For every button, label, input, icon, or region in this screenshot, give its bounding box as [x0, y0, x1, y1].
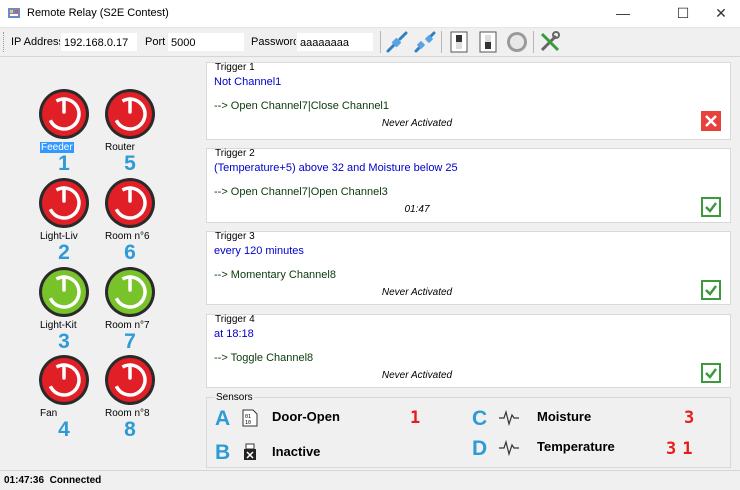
trigger-action[interactable]: --> Open Channel7|Close Channel1 [214, 100, 389, 112]
close-button[interactable]: ✕ [698, 0, 740, 27]
toolbar-separator [441, 31, 442, 53]
sensor-a-letter: A [215, 407, 231, 430]
usb-disconnected-icon [244, 443, 256, 460]
connect-plug-icon[interactable] [385, 30, 409, 54]
trigger-4-group: Trigger 4 at 18:18 --> Toggle Channel8 Neve… [206, 314, 731, 388]
status-bar: 01:47:36 Connected [0, 470, 740, 490]
trigger-status: Never Activated [381, 287, 453, 298]
channel-4-power-button[interactable] [38, 354, 90, 406]
window-title: Remote Relay (S2E Contest) [27, 7, 169, 19]
trigger-1-group: Trigger 1 Not Channel1 --> Open Channel7|C… [206, 62, 731, 140]
trigger-status: Never Activated [381, 370, 453, 381]
sensors-group: Sensors A 01 10 Door-Open 1 B Inactive C … [206, 392, 731, 468]
password-label: Password [251, 36, 300, 48]
channel-1-power-button[interactable] [38, 88, 90, 140]
channel-6-number: 6 [124, 241, 136, 264]
title-bar: Remote Relay (S2E Contest) — ☐ ✕ [0, 0, 740, 28]
trigger-action[interactable]: --> Open Channel7|Open Channel3 [214, 186, 388, 198]
toolbar-separator [380, 31, 381, 53]
app-icon [8, 8, 20, 18]
connection-toolbar: IP Address 192.168.0.17 Port 5000 Passwo… [0, 28, 740, 57]
svg-text:10: 10 [245, 420, 251, 426]
trigger-title: Trigger 4 [215, 314, 255, 325]
sensor-a-value: 1 [410, 408, 427, 428]
port-input[interactable]: 5000 [167, 32, 245, 52]
sensor-c-value: 3 [684, 408, 701, 428]
channel-2-number: 2 [58, 241, 70, 264]
sensor-b-letter: B [215, 441, 231, 464]
trigger-enabled-check-icon[interactable] [701, 197, 721, 217]
record-icon[interactable] [505, 30, 529, 54]
toolbar-separator [533, 31, 534, 53]
trigger-condition[interactable]: every 120 minutes [214, 245, 304, 257]
digital-sensor-icon: 0110 [242, 409, 258, 427]
port-label: Port [145, 36, 166, 48]
sensor-d-letter: D [472, 437, 488, 460]
trigger-disabled-x-icon[interactable] [701, 111, 721, 131]
switch-off-icon[interactable] [447, 30, 471, 54]
sensor-d-value: 31 [666, 439, 699, 459]
trigger-enabled-check-icon[interactable] [701, 280, 721, 300]
sensor-b-name: Inactive [272, 444, 321, 459]
trigger-enabled-check-icon[interactable] [701, 363, 721, 383]
status-text: 01:47:36 Connected [4, 475, 101, 486]
trigger-status: Never Activated [381, 118, 453, 129]
trigger-action[interactable]: --> Toggle Channel8 [214, 352, 313, 364]
analog-wave-icon [499, 409, 519, 427]
channel-4-number: 4 [58, 418, 70, 441]
trigger-title: Trigger 3 [215, 231, 255, 242]
switch-on-icon[interactable] [476, 30, 500, 54]
channel-3-number: 3 [58, 330, 70, 353]
trigger-2-group: Trigger 2 (Temperature+5) above 32 and Mo… [206, 148, 731, 223]
sensor-c-name: Moisture [537, 409, 592, 424]
trigger-action[interactable]: --> Momentary Channel8 [214, 269, 336, 281]
sensor-d-name: Temperature [537, 439, 615, 454]
channel-3-power-button[interactable] [38, 266, 90, 318]
sensors-title: Sensors [215, 392, 254, 403]
channel-5-power-button[interactable] [104, 88, 156, 140]
channel-7-power-button[interactable] [104, 266, 156, 318]
trigger-status: 01:47 [404, 204, 430, 215]
trigger-3-group: Trigger 3 every 120 minutes --> Momentary … [206, 231, 731, 305]
sensor-a-name: Door-Open [272, 409, 340, 424]
trigger-title: Trigger 1 [215, 62, 255, 73]
channel-7-number: 7 [124, 330, 136, 353]
tools-icon[interactable] [538, 30, 562, 54]
status-time: 01:47:36 [4, 475, 45, 486]
trigger-condition[interactable]: (Temperature+5) above 32 and Moisture be… [214, 162, 458, 174]
toolbar-grip [3, 32, 6, 52]
channel-8-number: 8 [124, 418, 136, 441]
channel-panel: Feeder 1 Router 5 Light-Liv 2 Room n°6 6 Light-K… [0, 57, 200, 470]
minimize-button[interactable]: — [600, 0, 646, 27]
disconnect-plug-icon[interactable] [413, 30, 437, 54]
trigger-condition[interactable]: at 18:18 [214, 328, 254, 340]
password-input[interactable]: aaaaaaaa [296, 32, 374, 52]
ip-address-input[interactable]: 192.168.0.17 [60, 32, 138, 52]
ip-label: IP Address [11, 36, 64, 48]
channel-8-power-button[interactable] [104, 354, 156, 406]
trigger-condition[interactable]: Not Channel1 [214, 76, 281, 88]
status-connection: Connected [49, 475, 102, 486]
analog-wave-icon [499, 439, 519, 457]
channel-1-number: 1 [58, 152, 70, 175]
trigger-title: Trigger 2 [215, 148, 255, 159]
channel-6-power-button[interactable] [104, 177, 156, 229]
channel-2-power-button[interactable] [38, 177, 90, 229]
sensor-c-letter: C [472, 407, 488, 430]
channel-5-number: 5 [124, 152, 136, 175]
